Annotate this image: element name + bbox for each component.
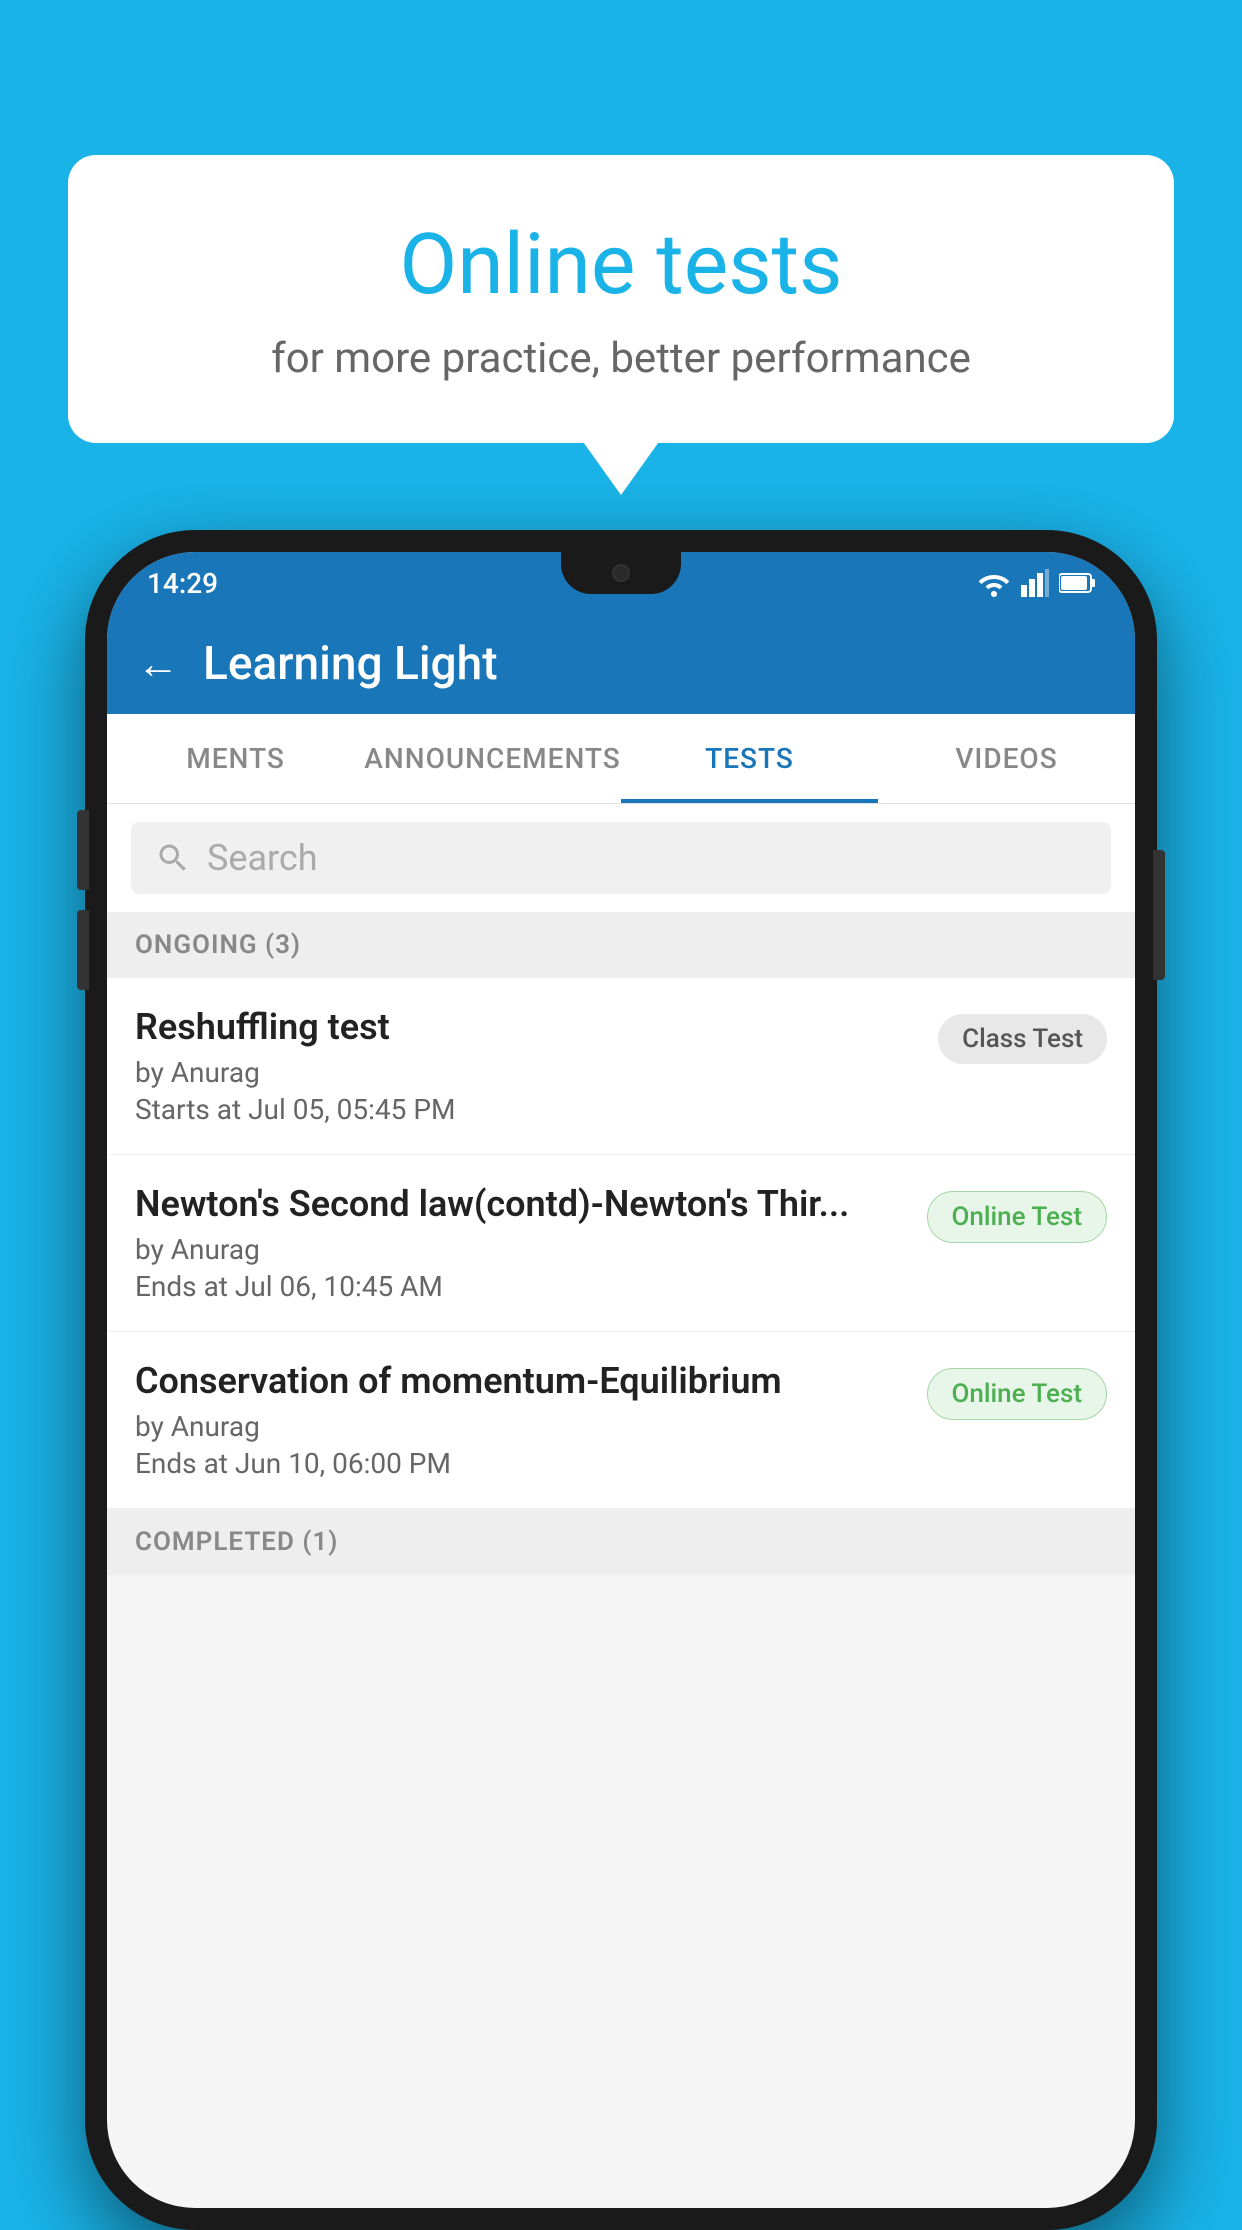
test-badge-2: Online Test [927,1191,1108,1243]
search-bar[interactable]: Search [131,822,1111,894]
volume-up-button [77,910,89,990]
tab-videos[interactable]: VIDEOS [878,714,1135,803]
tab-ments[interactable]: MENTS [107,714,364,803]
test-item-2[interactable]: Newton's Second law(contd)-Newton's Thir… [107,1155,1135,1332]
test-badge-3: Online Test [927,1368,1108,1420]
test-badge-1: Class Test [938,1014,1107,1064]
app-bar-title: Learning Light [203,637,498,691]
battery-icon [1059,572,1095,594]
test-author-2: by Anurag [135,1233,907,1266]
test-date-3: Ends at Jun 10, 06:00 PM [135,1447,907,1480]
test-author-3: by Anurag [135,1410,907,1443]
search-placeholder: Search [207,837,318,879]
test-info-2: Newton's Second law(contd)-Newton's Thir… [135,1183,927,1303]
phone-notch [561,552,681,594]
test-info-3: Conservation of momentum-Equilibrium by … [135,1360,927,1480]
status-icons [977,569,1095,597]
test-title-2: Newton's Second law(contd)-Newton's Thir… [135,1183,907,1225]
phone-frame: 14:29 [85,530,1157,2230]
test-item-1[interactable]: Reshuffling test by Anurag Starts at Jul… [107,978,1135,1155]
search-icon [155,840,191,876]
tab-announcements[interactable]: ANNOUNCEMENTS [364,714,621,803]
test-author-1: by Anurag [135,1056,918,1089]
app-bar: ← Learning Light [107,614,1135,714]
test-title-3: Conservation of momentum-Equilibrium [135,1360,907,1402]
test-item-3[interactable]: Conservation of momentum-Equilibrium by … [107,1332,1135,1509]
tab-tests[interactable]: TESTS [621,714,878,803]
speech-bubble-title: Online tests [148,215,1094,314]
speech-bubble: Online tests for more practice, better p… [68,155,1174,443]
ongoing-section-header: ONGOING (3) [107,912,1135,978]
speech-bubble-subtitle: for more practice, better performance [148,334,1094,383]
tabs-bar: MENTS ANNOUNCEMENTS TESTS VIDEOS [107,714,1135,804]
test-list: Reshuffling test by Anurag Starts at Jul… [107,978,1135,1509]
signal-icon [1021,569,1049,597]
test-date-2: Ends at Jul 06, 10:45 AM [135,1270,907,1303]
power-button [1153,850,1165,980]
search-container: Search [107,804,1135,912]
volume-down-button [77,810,89,890]
back-button[interactable]: ← [137,640,179,689]
phone-screen: 14:29 [107,552,1135,2208]
test-info-1: Reshuffling test by Anurag Starts at Jul… [135,1006,938,1126]
test-date-1: Starts at Jul 05, 05:45 PM [135,1093,918,1126]
completed-section-header: COMPLETED (1) [107,1509,1135,1575]
status-time: 14:29 [147,567,218,600]
front-camera [612,564,630,582]
wifi-icon [977,569,1011,597]
test-title-1: Reshuffling test [135,1006,918,1048]
